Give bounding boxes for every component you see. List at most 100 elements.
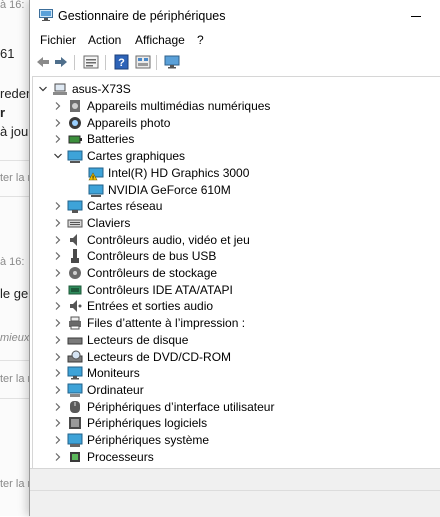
- menu-help[interactable]: ?: [197, 33, 204, 47]
- chevron-right-icon[interactable]: [53, 452, 63, 462]
- chevron-down-icon[interactable]: [38, 84, 48, 94]
- tree-item-label: Batteries: [87, 132, 135, 147]
- chevron-right-icon[interactable]: [53, 301, 63, 311]
- view-icon[interactable]: [134, 54, 152, 70]
- chevron-right-icon[interactable]: [53, 352, 63, 362]
- printer-icon: [69, 316, 81, 330]
- chevron-right-icon[interactable]: [53, 318, 63, 328]
- tree-item-label: Contrôleurs audio, vidéo et jeu: [87, 232, 250, 247]
- tree-item-label: Files d’attente à l’impression :: [87, 316, 246, 331]
- bg-text: à jou: [0, 124, 29, 139]
- chevron-right-icon[interactable]: [53, 335, 63, 345]
- tree-item-label: Lecteurs de disque: [87, 332, 189, 347]
- status-bar: [30, 468, 440, 491]
- toolbar: ?: [30, 52, 440, 74]
- chevron-right-icon[interactable]: [53, 118, 63, 128]
- tree-item-label: Appareils photo: [87, 115, 171, 130]
- tree-item-label: Ordinateur: [87, 382, 144, 397]
- properties-icon[interactable]: [82, 54, 100, 70]
- software-device-icon: [69, 417, 81, 430]
- system-device-icon: [67, 433, 83, 447]
- menu-action[interactable]: Action: [88, 33, 121, 47]
- bg-link[interactable]: ter la r: [0, 478, 31, 490]
- tree-item-label: Cartes réseau: [87, 199, 163, 214]
- usb-icon: [71, 249, 79, 264]
- toolbar-separator: [74, 55, 75, 70]
- chevron-right-icon[interactable]: [53, 368, 63, 378]
- back-arrow-icon[interactable]: [34, 54, 52, 70]
- storage-icon: [69, 267, 81, 279]
- bg-link[interactable]: ter la r: [0, 373, 31, 385]
- tree-item-label: Processeurs: [87, 449, 154, 464]
- help-icon[interactable]: ?: [113, 54, 131, 70]
- chevron-right-icon[interactable]: [53, 418, 63, 428]
- window-bottom-area: [30, 490, 440, 517]
- disk-drive-icon: [67, 337, 83, 345]
- computer-icon: [67, 383, 83, 397]
- tree-item-label: Entrées et sorties audio: [87, 299, 214, 314]
- tree-item-label: Claviers: [87, 215, 131, 230]
- computer-icon: [53, 83, 67, 95]
- battery-icon: [68, 135, 82, 144]
- multimedia-icon: [70, 100, 80, 112]
- chevron-right-icon[interactable]: [53, 435, 63, 445]
- hid-icon: [70, 400, 80, 413]
- menu-bar: Fichier Action Affichage ?: [30, 32, 440, 52]
- monitor-icon[interactable]: [163, 54, 181, 70]
- display-adapter-icon: [67, 150, 83, 164]
- tree-item-label: Intel(R) HD Graphics 3000: [108, 165, 250, 180]
- camera-icon: [69, 116, 81, 129]
- tree-item-label: Cartes graphiques: [87, 149, 186, 164]
- display-adapter-icon: [88, 184, 104, 197]
- tree-item-label: Contrôleurs de stockage: [87, 266, 218, 280]
- tree-item-label: NVIDIA GeForce 610M: [108, 182, 231, 197]
- tree-item-label: Périphériques d’interface utilisateur: [87, 399, 275, 414]
- bg-text: r: [0, 105, 6, 120]
- tree-item-label: Périphériques logiciels: [87, 416, 208, 431]
- window-title: Gestionnaire de périphériques: [58, 9, 226, 23]
- chevron-right-icon[interactable]: [53, 285, 63, 295]
- device-manager-icon: [39, 9, 53, 21]
- chevron-right-icon[interactable]: [53, 251, 63, 261]
- svg-text:?: ?: [118, 57, 125, 69]
- speaker-icon: [70, 233, 77, 246]
- bg-text: 61: [0, 46, 15, 61]
- chevron-right-icon[interactable]: [53, 402, 63, 412]
- chevron-right-icon[interactable]: [53, 201, 63, 211]
- bg-timestamp: à 16:: [0, 0, 25, 11]
- menu-fichier[interactable]: Fichier: [40, 33, 76, 47]
- title-bar[interactable]: Gestionnaire de périphériques: [30, 0, 440, 32]
- tree-item-label: Contrôleurs IDE ATA/ATAPI: [87, 282, 233, 297]
- toolbar-separator: [105, 55, 106, 70]
- device-tree[interactable]: asus-X73S Appareils multimédias numériqu…: [32, 76, 440, 469]
- chevron-right-icon[interactable]: [53, 134, 63, 144]
- dvd-icon: [67, 350, 83, 362]
- audio-io-icon: [70, 300, 82, 313]
- chevron-right-icon[interactable]: [53, 235, 63, 245]
- forward-arrow-icon[interactable]: [52, 54, 70, 70]
- bg-text: le ge: [0, 286, 29, 301]
- keyboard-icon: [67, 219, 83, 228]
- tree-item-label: Contrôleurs de bus USB: [87, 249, 217, 264]
- chevron-right-icon[interactable]: [53, 101, 63, 111]
- chevron-right-icon[interactable]: [53, 385, 63, 395]
- monitor-icon: [67, 366, 83, 380]
- tree-item-label: Appareils multimédias numériques: [87, 99, 271, 113]
- tree-item-label: Moniteurs: [87, 366, 140, 381]
- bg-timestamp: à 16:: [0, 256, 25, 268]
- warning-display-icon: [88, 167, 104, 181]
- network-icon: [67, 200, 83, 214]
- tree-root-label: asus-X73S: [72, 82, 131, 96]
- ide-icon: [68, 285, 82, 295]
- chevron-down-icon[interactable]: [53, 151, 63, 161]
- menu-affichage[interactable]: Affichage: [135, 33, 185, 47]
- chevron-right-icon[interactable]: [53, 218, 63, 228]
- device-manager-window: Gestionnaire de périphériques Fichier Ac…: [29, 0, 440, 517]
- tree-item-label: Lecteurs de DVD/CD-ROM: [87, 349, 232, 364]
- bg-link[interactable]: ter la r: [0, 172, 31, 184]
- processor-icon: [70, 451, 80, 462]
- minimize-button[interactable]: [405, 8, 427, 24]
- toolbar-separator: [156, 55, 157, 70]
- chevron-right-icon[interactable]: [53, 268, 63, 278]
- tree-item-label: Périphériques système: [87, 433, 210, 447]
